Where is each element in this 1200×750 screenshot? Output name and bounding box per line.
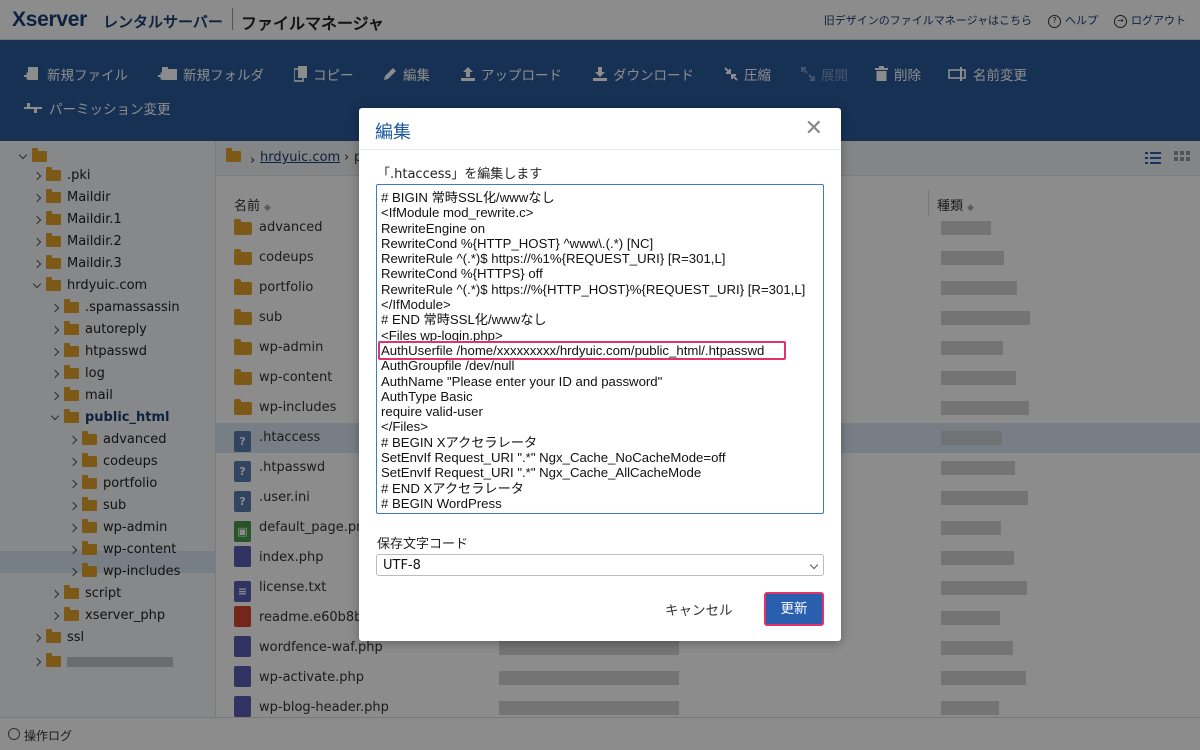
dialog-description: 「.htaccess」を編集します [377,167,543,182]
encoding-label: 保存文字コード [377,537,469,552]
cancel-button[interactable]: キャンセル [665,599,733,619]
update-button[interactable]: 更新 [764,592,824,626]
edit-dialog: 編集 ✕ 「.htaccess」を編集します # BIGIN 常時SSL化/ww… [359,108,841,641]
chevron-down-icon [809,560,819,570]
highlight-box [378,341,786,360]
dialog-title: 編集 [375,122,411,143]
encoding-select[interactable]: UTF-8 [376,554,824,576]
close-icon[interactable]: ✕ [805,118,823,140]
dialog-header: 編集 ✕ [359,108,841,150]
encoding-value: UTF-8 [383,558,421,573]
